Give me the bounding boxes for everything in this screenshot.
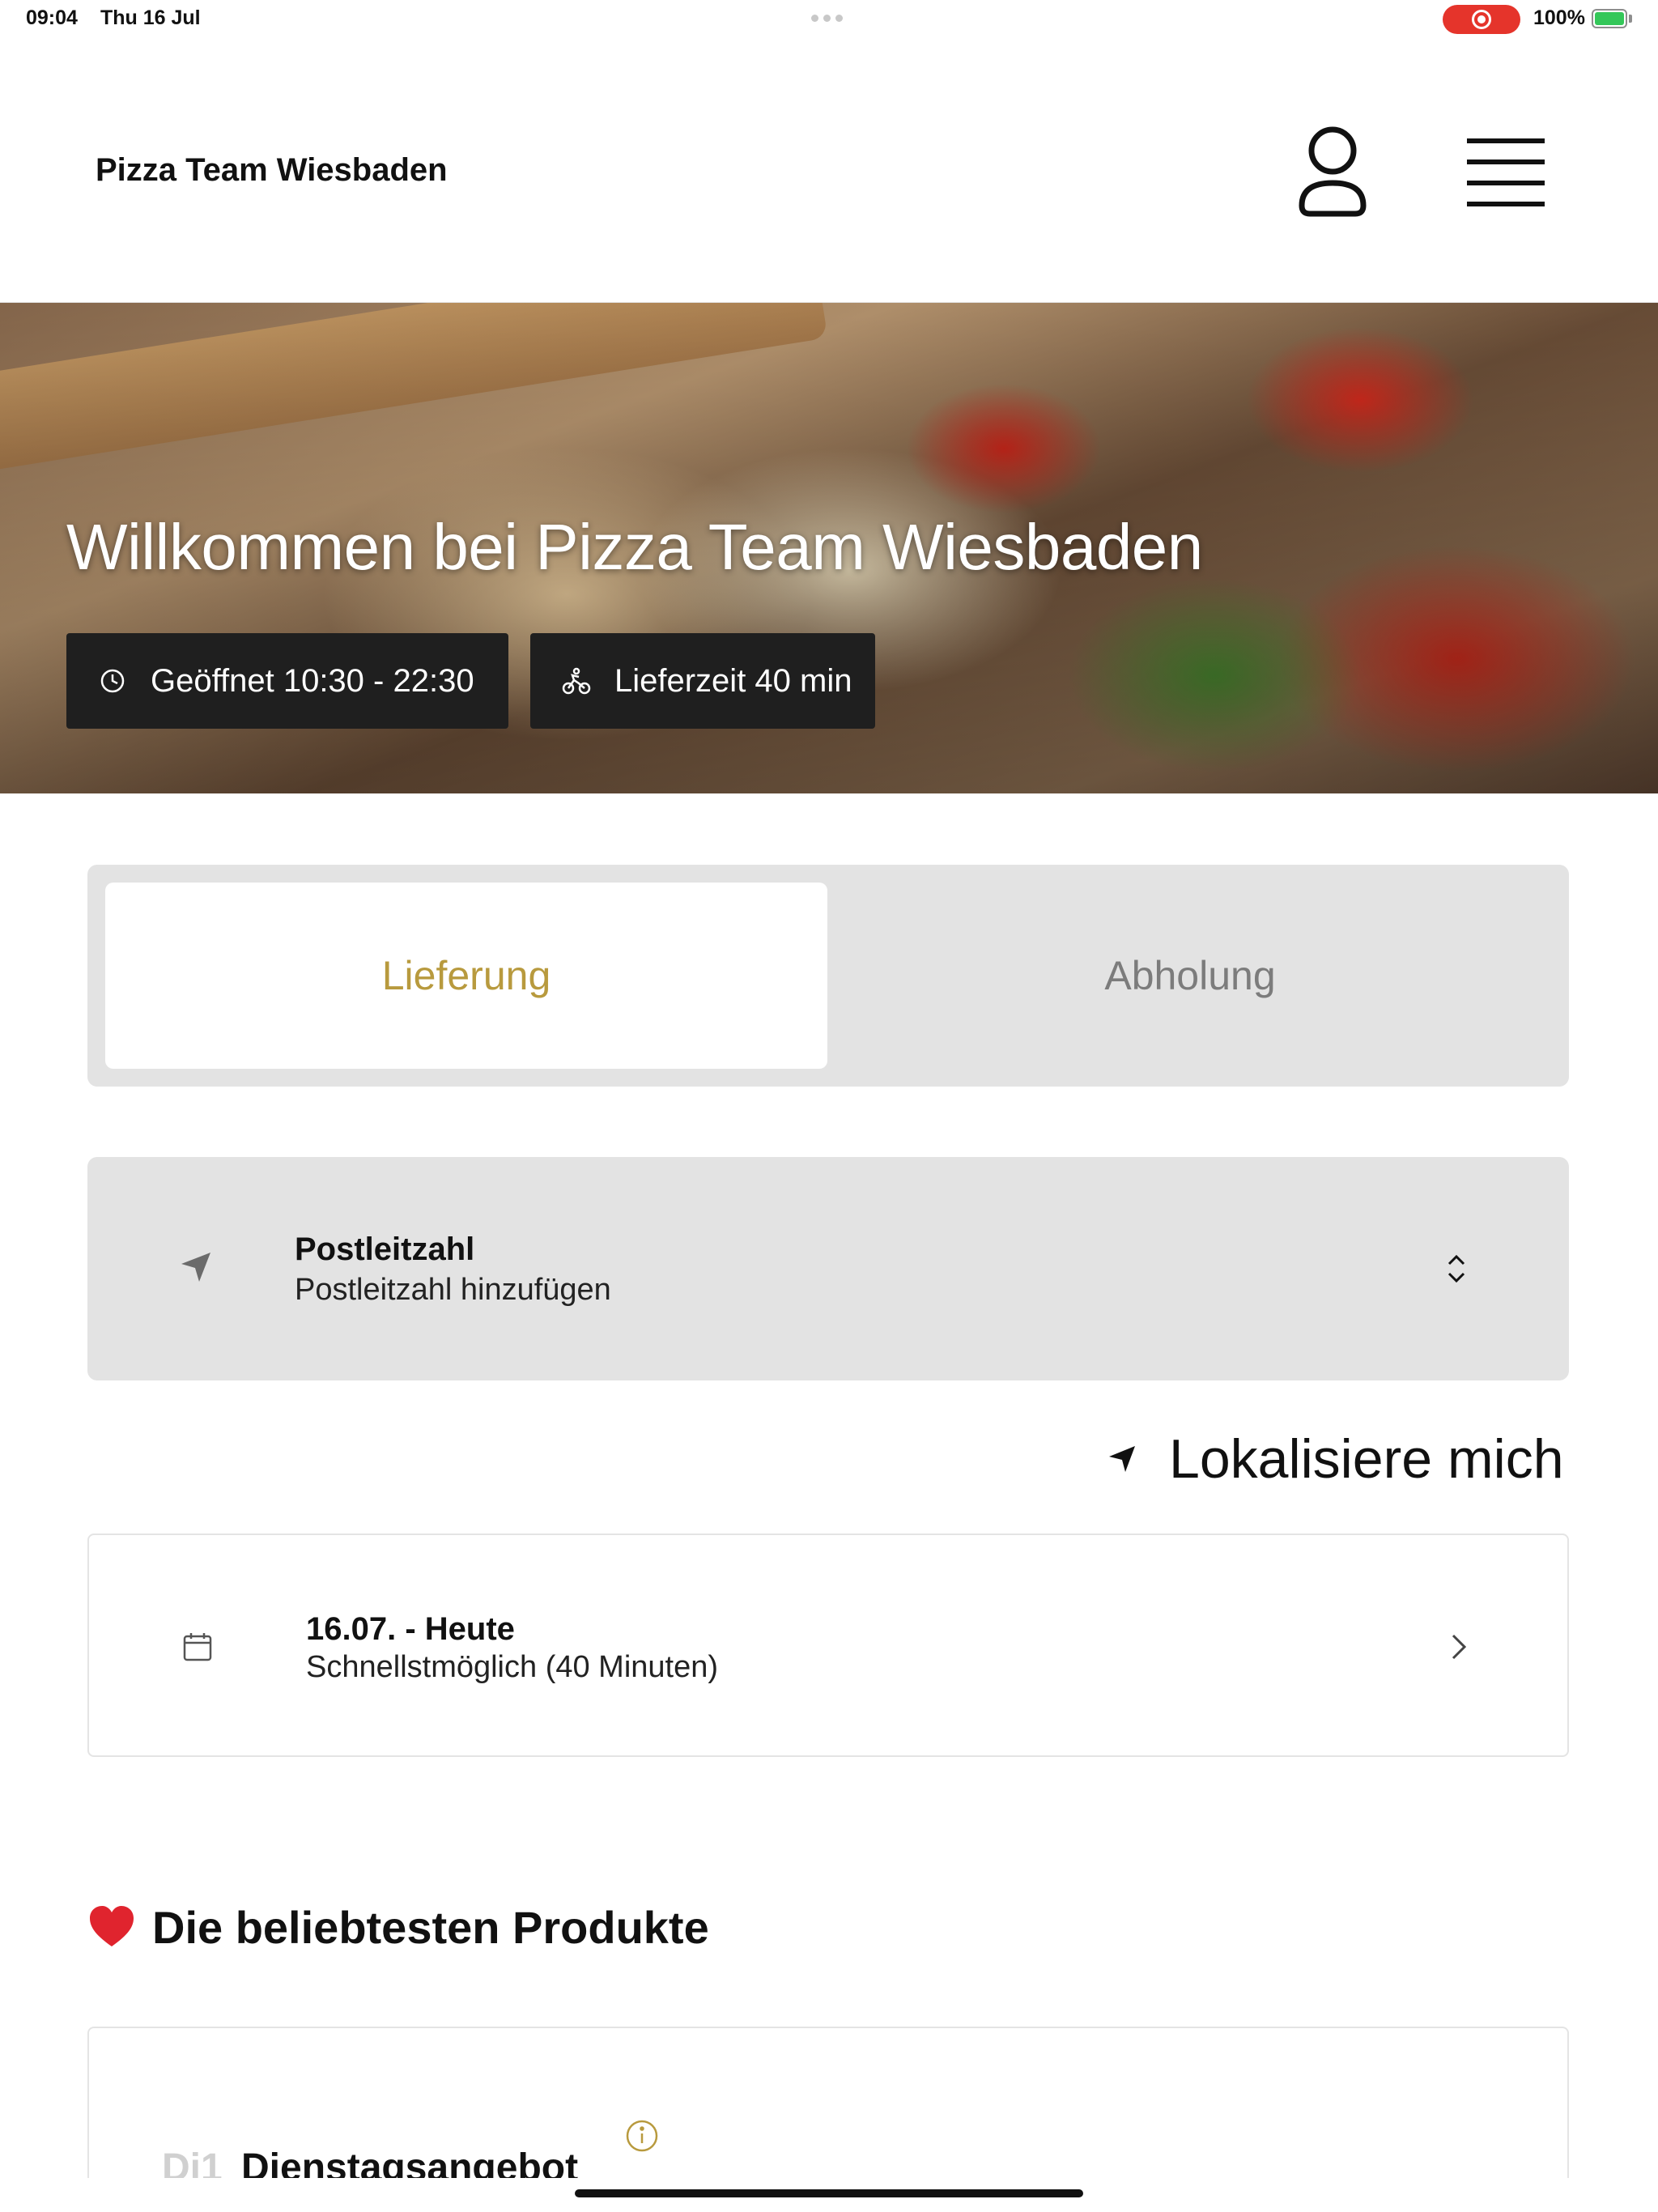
- delivery-date-title: 16.07. - Heute: [306, 1611, 515, 1647]
- person-icon: [1299, 126, 1367, 217]
- hero-banner: Willkommen bei Pizza Team Wiesbaden Geöf…: [0, 303, 1658, 793]
- popular-products-title: Die beliebtesten Produkte: [152, 1901, 709, 1953]
- hamburger-menu-icon: [1467, 138, 1545, 206]
- multitasking-dots[interactable]: [811, 15, 843, 22]
- delivery-time-text: Lieferzeit 40 min: [614, 662, 852, 699]
- order-mode-toggle: Lieferung Abholung: [87, 865, 1569, 1087]
- delivery-date-subtitle: Schnellstmöglich (40 Minuten): [306, 1650, 719, 1684]
- calendar-icon: [183, 1633, 212, 1661]
- battery-percentage: 100%: [1533, 6, 1585, 29]
- clock-icon: [100, 669, 125, 693]
- menu-button[interactable]: [1464, 136, 1548, 209]
- opening-hours-badge: Geöffnet 10:30 - 22:30: [66, 633, 508, 729]
- postcode-selector[interactable]: Postleitzahl Postleitzahl hinzufügen: [87, 1157, 1569, 1380]
- tab-delivery[interactable]: Lieferung: [105, 883, 827, 1069]
- chevron-up-down-icon: [1448, 1254, 1465, 1283]
- app-header: Pizza Team Wiesbaden: [0, 39, 1658, 303]
- postcode-value: Postleitzahl hinzufügen: [295, 1273, 611, 1307]
- account-button[interactable]: [1292, 123, 1373, 220]
- postcode-label: Postleitzahl: [295, 1231, 475, 1267]
- tab-pickup[interactable]: Abholung: [829, 883, 1551, 1069]
- home-indicator[interactable]: [575, 2189, 1083, 2197]
- locate-me-button[interactable]: Lokalisiere mich: [1107, 1427, 1564, 1491]
- battery-icon: [1592, 9, 1627, 28]
- screen-recording-indicator[interactable]: [1443, 5, 1520, 34]
- chevron-right-icon: [1452, 1634, 1467, 1660]
- info-icon[interactable]: [625, 2119, 659, 2153]
- heart-icon: [90, 1906, 134, 1946]
- delivery-time-badge: Lieferzeit 40 min: [530, 633, 875, 729]
- location-arrow-icon: [1109, 1446, 1135, 1472]
- delivery-date-selector[interactable]: 16.07. - Heute Schnellstmöglich (40 Minu…: [87, 1534, 1569, 1757]
- hero-title: Willkommen bei Pizza Team Wiesbaden: [66, 511, 1203, 583]
- brand-title[interactable]: Pizza Team Wiesbaden: [96, 152, 448, 189]
- bike-icon: [562, 667, 591, 695]
- locate-me-label: Lokalisiere mich: [1169, 1428, 1564, 1490]
- status-time: 09:04: [26, 6, 78, 29]
- popular-products-heading: Die beliebtesten Produkte: [87, 1895, 709, 1959]
- location-arrow-icon: [181, 1253, 210, 1282]
- opening-hours-text: Geöffnet 10:30 - 22:30: [151, 662, 474, 699]
- status-date: Thu 16 Jul: [100, 6, 201, 29]
- status-bar: 09:04 Thu 16 Jul 100%: [0, 0, 1658, 39]
